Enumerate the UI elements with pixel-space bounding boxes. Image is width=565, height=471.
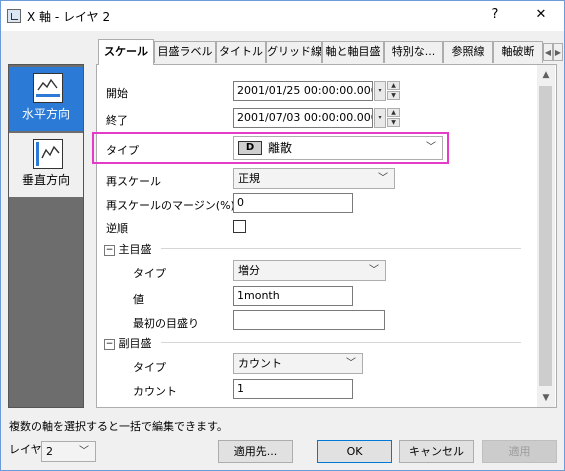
major-value-input[interactable]: 1month [233, 286, 353, 306]
end-label: 終了 [106, 114, 128, 127]
rescale-margin-label: 再スケールのマージン(%) [106, 199, 235, 212]
chevron-down-icon: ﹀ [426, 142, 436, 153]
first-tick-input[interactable] [233, 310, 385, 330]
major-type-select-value: 増分 [238, 264, 260, 277]
status-text: 複数の軸を選択すると一括で編集できます。 [9, 420, 228, 433]
type-select[interactable]: D 離散 ﹀ [233, 136, 443, 160]
minor-type-select-value: カウント [238, 357, 282, 370]
tab-scale[interactable]: スケール [98, 39, 154, 65]
major-type-select[interactable]: 増分 ﹀ [233, 260, 386, 281]
minor-ticks-group-title[interactable]: − 副目盛 [104, 335, 152, 351]
start-input[interactable]: 2001/01/25 00:00:00.000 [233, 81, 373, 101]
tab-special[interactable]: 特別な... [384, 41, 443, 63]
end-spin-up-icon[interactable]: ▲ [387, 108, 400, 117]
apply-to-button[interactable]: 適用先... [218, 440, 293, 463]
chevron-down-icon: ﹀ [378, 173, 388, 184]
major-value-label: 値 [133, 293, 144, 306]
sidebar-item-label: 水平方向 [21, 107, 70, 121]
rescale-select[interactable]: 正規 ﹀ [233, 168, 395, 189]
minor-count-input[interactable]: 1 [233, 379, 353, 399]
end-input[interactable]: 2001/07/03 00:00:00.000 [233, 108, 373, 128]
scroll-up-icon[interactable]: ▲ [537, 66, 555, 84]
tab-tick-labels[interactable]: 目盛ラベル [154, 41, 216, 63]
chevron-down-icon: ﹀ [346, 358, 356, 369]
end-spin-down-icon[interactable]: ▼ [387, 118, 400, 127]
tab-scroll-left-icon[interactable]: ◀ [543, 43, 553, 61]
major-type-label: タイプ [133, 267, 166, 280]
start-spin-down-icon[interactable]: ▼ [387, 91, 400, 100]
scroll-down-icon[interactable]: ▼ [537, 389, 555, 407]
minor-type-label: タイプ [133, 361, 166, 374]
group-divider [161, 248, 521, 249]
type-label: タイプ [106, 144, 139, 157]
minor-type-select[interactable]: カウント ﹀ [233, 353, 363, 374]
vertical-axis-icon [33, 139, 63, 169]
start-label: 開始 [106, 87, 128, 100]
ok-button[interactable]: OK [317, 440, 392, 463]
rescale-label: 再スケール [106, 175, 161, 188]
discrete-type-icon: D [238, 141, 262, 155]
collapse-icon[interactable]: − [104, 338, 115, 350]
cancel-button[interactable]: キャンセル [399, 440, 474, 463]
reverse-checkbox[interactable] [233, 220, 246, 233]
help-button[interactable]: ? [477, 1, 513, 31]
apply-button[interactable]: 適用 [482, 440, 557, 463]
chevron-down-icon: ﹀ [79, 446, 89, 457]
group-divider [161, 342, 521, 343]
rescale-margin-input[interactable]: 0 [233, 193, 353, 213]
scrollbar-thumb[interactable] [539, 86, 552, 386]
major-ticks-title-text: 主目盛 [118, 243, 152, 256]
first-tick-label: 最初の目盛り [133, 317, 199, 330]
tab-grids[interactable]: グリッド線 [266, 41, 322, 63]
sidebar-item-horizontal[interactable]: 水平方向 [9, 67, 83, 131]
minor-ticks-title-text: 副目盛 [118, 337, 152, 350]
sidebar-item-vertical[interactable]: 垂直方向 [9, 133, 83, 197]
tab-scroll-right-icon[interactable]: ▶ [553, 43, 563, 61]
layer-select-value: 2 [46, 445, 53, 458]
layer-select[interactable]: 2 ﹀ [41, 441, 96, 462]
collapse-icon[interactable]: − [104, 244, 115, 256]
minor-count-label: カウント [133, 385, 177, 398]
tab-title[interactable]: タイトル [216, 41, 266, 63]
major-ticks-group-title[interactable]: − 主目盛 [104, 241, 152, 257]
orientation-sidebar: 水平方向 垂直方向 [8, 64, 84, 408]
tab-axis-break[interactable]: 軸破断 [493, 41, 543, 63]
dialog-window: X 軸 - レイヤ 2 ? ✕ 水平方向 垂直方向 スケール 目盛ラベル タイト… [0, 0, 565, 471]
window-title: X 軸 - レイヤ 2 [27, 10, 111, 24]
close-button[interactable]: ✕ [523, 1, 559, 31]
start-dropdown-icon[interactable]: ▾ [374, 81, 386, 101]
layer-label: レイヤ [9, 443, 42, 456]
tab-reference-lines[interactable]: 参照線 [443, 41, 493, 63]
reverse-label: 逆順 [106, 222, 128, 235]
end-dropdown-icon[interactable]: ▾ [374, 108, 386, 128]
app-icon [7, 9, 21, 23]
tab-line-and-ticks[interactable]: 軸と軸目盛 [322, 41, 384, 63]
rescale-select-value: 正規 [238, 172, 260, 185]
horizontal-axis-icon [33, 73, 63, 103]
sidebar-item-label: 垂直方向 [21, 173, 70, 187]
type-select-value: 離散 [268, 141, 293, 155]
chevron-down-icon: ﹀ [369, 265, 379, 276]
start-spin-up-icon[interactable]: ▲ [387, 81, 400, 90]
title-bar: X 軸 - レイヤ 2 ? ✕ [1, 1, 564, 31]
